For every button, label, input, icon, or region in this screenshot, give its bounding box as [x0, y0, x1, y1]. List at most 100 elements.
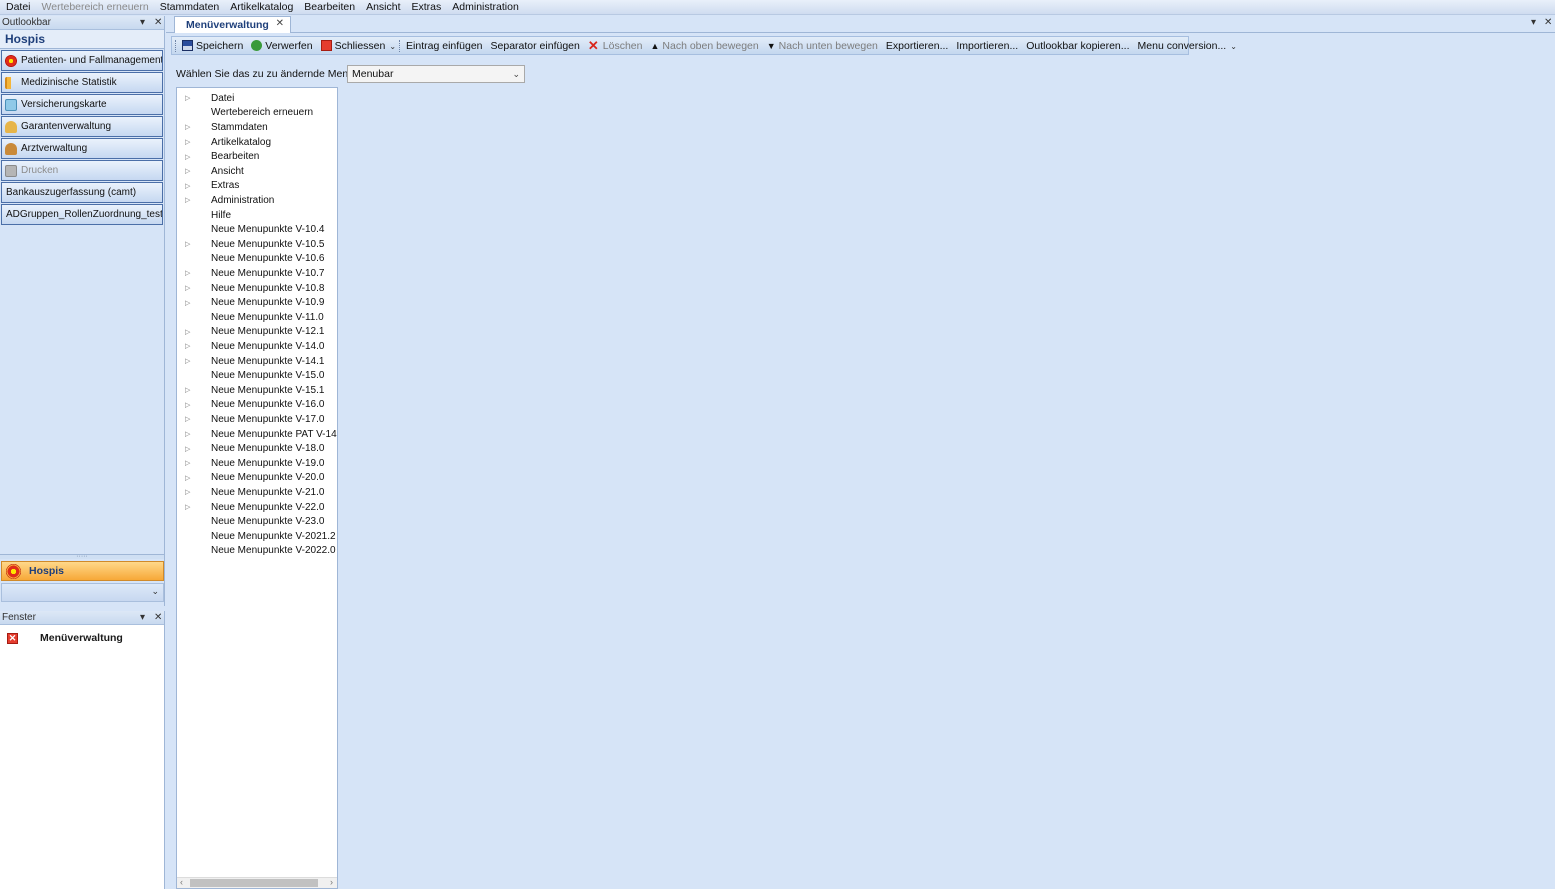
tree-node[interactable]: ▷ Extras	[177, 179, 337, 194]
tree-node[interactable]: ▷ Neue Menupunkte V-15.1	[177, 383, 337, 398]
tree-node[interactable]: ▷ Artikelkatalog	[177, 135, 337, 150]
expand-arrow-icon[interactable]: ▷	[185, 328, 190, 336]
tree-node[interactable]: Neue Menupunkte V-2021.2	[177, 529, 337, 544]
expand-arrow-icon[interactable]: ▷	[185, 123, 190, 131]
menu-item-stammdaten[interactable]: Stammdaten	[154, 0, 225, 15]
tree-node[interactable]: Neue Menupunkte V-23.0	[177, 514, 337, 529]
toolbar-grip[interactable]	[175, 39, 176, 52]
move-up-button[interactable]: ▲ Nach oben bewegen	[646, 37, 762, 54]
expand-arrow-icon[interactable]: ▷	[185, 488, 190, 496]
outlookbar-group-hospis[interactable]: Hospis	[1, 561, 164, 581]
menu-item-extras[interactable]: Extras	[406, 0, 447, 15]
move-down-button[interactable]: ▼ Nach unten bewegen	[763, 37, 882, 54]
tree-node[interactable]: ▷ Neue Menupunkte V-10.9	[177, 295, 337, 310]
menu-item-wertebereich-erneuern[interactable]: Wertebereich erneuern	[36, 0, 154, 15]
tree-node[interactable]: ▷ Datei	[177, 91, 337, 106]
close-icon[interactable]: ✕	[1544, 17, 1552, 28]
close-icon[interactable]: ✕	[276, 18, 284, 29]
outlookbar-item-bankauszugerfassung-camt[interactable]: Bankauszugerfassung (camt)	[1, 182, 163, 203]
tree-node[interactable]: Neue Menupunkte V-2022.0	[177, 544, 337, 559]
copy-outlookbar-button[interactable]: Outlookbar kopieren...	[1022, 37, 1133, 54]
expand-arrow-icon[interactable]: ▷	[185, 138, 190, 146]
outlookbar-item-drucken[interactable]: Drucken	[1, 160, 163, 181]
pin-dropdown-icon[interactable]: ▾	[1531, 17, 1536, 28]
tree-node[interactable]: ▷ Stammdaten	[177, 120, 337, 135]
close-icon[interactable]: ✕	[154, 611, 162, 625]
pin-dropdown-icon[interactable]: ▾	[140, 16, 145, 30]
expand-arrow-icon[interactable]: ▷	[185, 503, 190, 511]
menu-item-ansicht[interactable]: Ansicht	[360, 0, 405, 15]
tree-node[interactable]: ▷ Ansicht	[177, 164, 337, 179]
expand-arrow-icon[interactable]: ▷	[185, 182, 190, 190]
tree-node[interactable]: Neue Menupunkte V-10.6	[177, 252, 337, 267]
menu-tree[interactable]: ▷ Datei Wertebereich erneuern ▷ Stammdaten ▷ A…	[176, 87, 338, 889]
discard-button[interactable]: Verwerfen	[247, 37, 316, 54]
tree-node[interactable]: ▷ Neue Menupunkte V-20.0	[177, 471, 337, 486]
delete-button[interactable]: ✕ Löschen	[584, 37, 647, 54]
tree-node[interactable]: Wertebereich erneuern	[177, 106, 337, 121]
menu-item-administration[interactable]: Administration	[446, 0, 524, 15]
fenster-item-menuverwaltung[interactable]: ✕ Menüverwaltung	[0, 629, 164, 647]
chevron-down-icon[interactable]: ⌄	[151, 586, 159, 597]
expand-arrow-icon[interactable]: ▷	[185, 269, 190, 277]
toolbar-overflow-icon[interactable]: ⌄	[389, 37, 396, 54]
tree-node[interactable]: ▷ Neue Menupunkte V-10.5	[177, 237, 337, 252]
menu-item-bearbeiten[interactable]: Bearbeiten	[298, 0, 360, 15]
outlookbar-item-adgruppen-rollenzuordnung-test[interactable]: ADGruppen_RollenZuordnung_test	[1, 204, 163, 225]
outlookbar-item-medizinische-statistik[interactable]: Medizinische Statistik	[1, 72, 163, 93]
menu-conversion-button[interactable]: Menu conversion...	[1134, 37, 1231, 54]
tree-node[interactable]: Hilfe	[177, 208, 337, 223]
tree-node[interactable]: ▷ Neue Menupunkte V-21.0	[177, 485, 337, 500]
menu-item-datei[interactable]: Datei	[0, 0, 36, 15]
expand-arrow-icon[interactable]: ▷	[185, 474, 190, 482]
tree-node[interactable]: Neue Menupunkte V-11.0	[177, 310, 337, 325]
outlookbar-item-versicherungskarte[interactable]: Versicherungskarte	[1, 94, 163, 115]
export-button[interactable]: Exportieren...	[882, 37, 952, 54]
tree-node[interactable]: ▷ Neue Menupunkte V-17.0	[177, 412, 337, 427]
outlookbar-item-patienten-und-fallmanagement[interactable]: Patienten- und Fallmanagement	[1, 50, 163, 71]
outlookbar-splitter[interactable]: ·····	[0, 553, 164, 560]
scroll-right-icon[interactable]: ›	[330, 877, 333, 887]
expand-arrow-icon[interactable]: ▷	[185, 167, 190, 175]
expand-arrow-icon[interactable]: ▷	[185, 240, 190, 248]
outlookbar-item-arztverwaltung[interactable]: Arztverwaltung	[1, 138, 163, 159]
tree-node[interactable]: ▷ Neue Menupunkte V-16.0	[177, 398, 337, 413]
import-button[interactable]: Importieren...	[952, 37, 1022, 54]
tab-menuverwaltung[interactable]: Menüverwaltung ✕	[174, 16, 291, 33]
tree-node[interactable]: Neue Menupunkte V-15.0	[177, 368, 337, 383]
expand-arrow-icon[interactable]: ▷	[185, 342, 190, 350]
expand-arrow-icon[interactable]: ▷	[185, 445, 190, 453]
tree-node[interactable]: ▷ Neue Menupunkte V-14.0	[177, 339, 337, 354]
toolbar-grip[interactable]	[399, 39, 401, 52]
tree-node[interactable]: Neue Menupunkte V-10.4	[177, 222, 337, 237]
expand-arrow-icon[interactable]: ▷	[185, 459, 190, 467]
expand-arrow-icon[interactable]: ▷	[185, 430, 190, 438]
expand-arrow-icon[interactable]: ▷	[185, 415, 190, 423]
expand-arrow-icon[interactable]: ▷	[185, 196, 190, 204]
tree-node[interactable]: ▷ Neue Menupunkte V-18.0	[177, 441, 337, 456]
scrollbar-thumb[interactable]	[190, 879, 318, 887]
expand-arrow-icon[interactable]: ▷	[185, 357, 190, 365]
insert-entry-button[interactable]: Eintrag einfügen	[402, 37, 486, 54]
save-button[interactable]: Speichern	[178, 37, 247, 54]
menu-select-dropdown[interactable]: Menubar ⌄	[347, 65, 525, 83]
expand-arrow-icon[interactable]: ▷	[185, 386, 190, 394]
close-icon[interactable]: ✕	[154, 16, 162, 30]
expand-arrow-icon[interactable]: ▷	[185, 94, 190, 102]
menu-item-artikelkatalog[interactable]: Artikelkatalog	[224, 0, 298, 15]
outlookbar-item-garantenverwaltung[interactable]: Garantenverwaltung	[1, 116, 163, 137]
tree-node[interactable]: ▷ Administration	[177, 193, 337, 208]
pin-dropdown-icon[interactable]: ▾	[140, 611, 145, 625]
outlookbar-footer[interactable]: ⌄	[1, 583, 164, 602]
tree-node[interactable]: ▷ Neue Menupunkte V-10.8	[177, 281, 337, 296]
tree-horizontal-scrollbar[interactable]: ‹ ›	[177, 877, 337, 888]
expand-arrow-icon[interactable]: ▷	[185, 153, 190, 161]
expand-arrow-icon[interactable]: ▷	[185, 401, 190, 409]
toolbar-overflow-icon[interactable]: ⌄	[1230, 37, 1237, 54]
tree-node[interactable]: ▷ Neue Menupunkte V-10.7	[177, 266, 337, 281]
tree-node[interactable]: ▷ Neue Menupunkte V-12.1	[177, 325, 337, 340]
scroll-left-icon[interactable]: ‹	[180, 877, 183, 887]
expand-arrow-icon[interactable]: ▷	[185, 299, 190, 307]
expand-arrow-icon[interactable]: ▷	[185, 284, 190, 292]
tree-node[interactable]: ▷ Neue Menupunkte V-22.0	[177, 500, 337, 515]
